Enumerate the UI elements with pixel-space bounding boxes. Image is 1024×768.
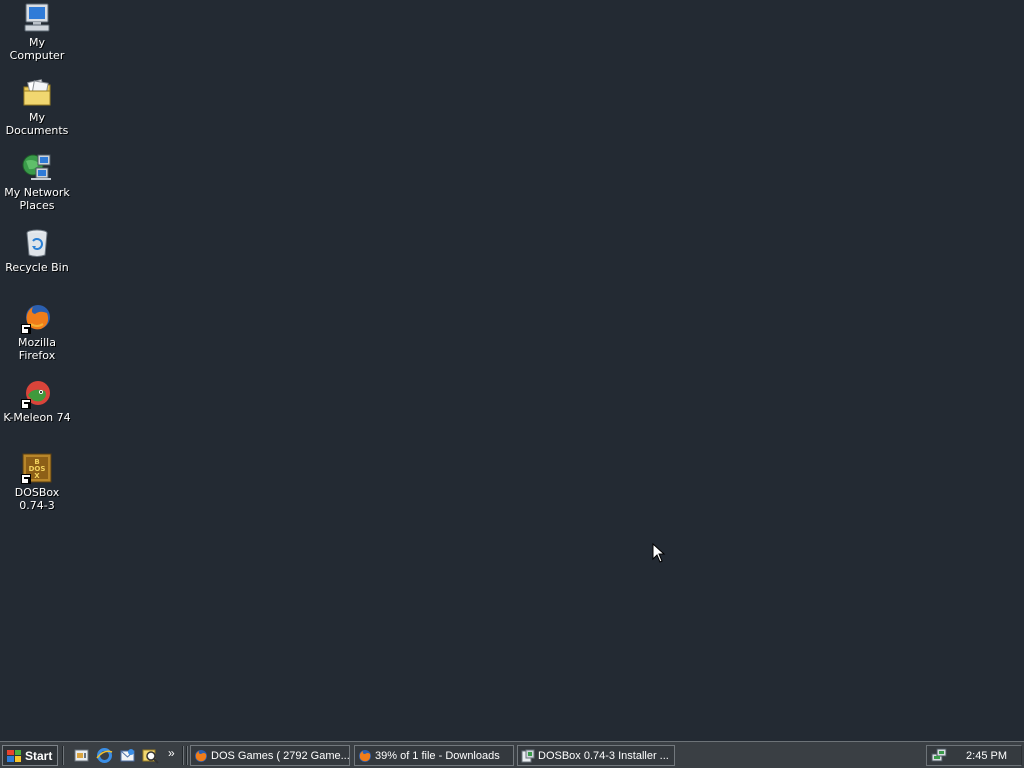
- desktop-icon-label: Recycle Bin: [5, 261, 69, 274]
- task-label: 39% of 1 file - Downloads: [375, 749, 500, 762]
- recycle-bin-icon: [21, 227, 53, 259]
- taskbar-separator: [182, 746, 184, 765]
- quick-launch-overflow-button[interactable]: »: [168, 746, 175, 760]
- shortcut-arrow-icon: [21, 474, 31, 484]
- k-meleon-icon: [21, 377, 53, 409]
- desktop-icon-k-meleon[interactable]: K-Meleon 74: [0, 377, 74, 424]
- network-places-icon: [21, 152, 53, 184]
- desktop-icon-my-computer[interactable]: My Computer: [0, 2, 74, 62]
- svg-text:X: X: [34, 472, 40, 480]
- firefox-icon: [358, 749, 372, 763]
- desktop-icon-label: My Computer: [9, 36, 65, 62]
- task-label: DOSBox 0.74-3 Installer ...: [538, 749, 669, 762]
- documents-folder-icon: [21, 77, 53, 109]
- taskbar-separator: [186, 746, 188, 765]
- firefox-icon: [21, 302, 53, 334]
- dosbox-icon: B DOS X: [21, 452, 53, 484]
- desktop-icon-label: Mozilla Firefox: [18, 336, 56, 362]
- desktop: My Computer My Documents My Network Plac…: [0, 0, 1024, 741]
- desktop-icon-label: My Documents: [5, 111, 69, 137]
- network-connection-icon[interactable]: [931, 748, 947, 763]
- desktop-icon-dosbox[interactable]: B DOS X DOSBox 0.74-3: [0, 452, 74, 512]
- shortcut-arrow-icon: [21, 324, 31, 334]
- installer-icon: [521, 749, 535, 763]
- desktop-icon-label: My Network Places: [4, 186, 70, 212]
- task-label: DOS Games ( 2792 Game...: [211, 749, 350, 762]
- outlook-express-icon[interactable]: [119, 747, 136, 764]
- taskbar-button-dos-games[interactable]: DOS Games ( 2792 Game...: [190, 745, 350, 766]
- start-label: Start: [25, 748, 53, 763]
- desktop-icon-label: K-Meleon 74: [3, 411, 71, 424]
- desktop-icon-label: DOSBox 0.74-3: [14, 486, 60, 512]
- taskbar-button-downloads[interactable]: 39% of 1 file - Downloads: [354, 745, 514, 766]
- system-tray: 2:45 PM: [926, 745, 1022, 766]
- firefox-icon: [194, 749, 208, 763]
- taskbar-separator: [62, 746, 64, 765]
- search-icon[interactable]: [142, 747, 159, 764]
- computer-icon: [21, 2, 53, 34]
- desktop-icon-my-network-places[interactable]: My Network Places: [0, 152, 74, 212]
- desktop-icon-mozilla-firefox[interactable]: Mozilla Firefox: [0, 302, 74, 362]
- taskbar-button-dosbox-installer[interactable]: DOSBox 0.74-3 Installer ...: [517, 745, 675, 766]
- taskbar: Start » DOS Games (2792 Game... 39% of …: [0, 741, 1024, 768]
- shortcut-arrow-icon: [21, 399, 31, 409]
- clock[interactable]: 2:45 PM: [966, 750, 1007, 762]
- desktop-icon-my-documents[interactable]: My Documents: [0, 77, 74, 137]
- show-desktop-icon[interactable]: [73, 747, 90, 764]
- desktop-icon-recycle-bin[interactable]: Recycle Bin: [0, 227, 74, 274]
- mouse-cursor-icon: [652, 543, 666, 563]
- windows-logo-icon: [7, 749, 21, 762]
- internet-explorer-icon[interactable]: [96, 747, 113, 764]
- start-button[interactable]: Start: [2, 745, 58, 766]
